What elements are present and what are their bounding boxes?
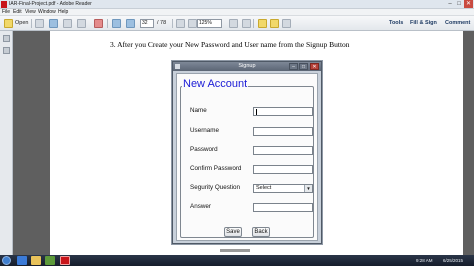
new-account-heading: New Account — [182, 78, 249, 90]
pdf-page: 3. After you Create your New Password an… — [50, 31, 463, 255]
menu-help[interactable]: Help — [58, 9, 68, 16]
next-page-icon[interactable] — [126, 19, 135, 28]
navigation-panel — [0, 31, 13, 255]
menu-window[interactable]: Window — [38, 9, 56, 16]
print-icon[interactable] — [35, 19, 44, 28]
security-question-label: Segurity Question — [190, 184, 241, 191]
security-question-select: Select ▼ — [253, 184, 313, 193]
signup-dialog-image: Signup – □ ✕ New Account Name Username P… — [172, 61, 322, 244]
maximize-button[interactable]: □ — [455, 0, 463, 8]
sticky-note-icon[interactable] — [258, 19, 267, 28]
signup-form: New Account Name Username Password Confi… — [176, 73, 318, 241]
previous-page-icon[interactable] — [112, 19, 121, 28]
adobe-reader-icon — [1, 1, 7, 8]
dialog-maximize-button: □ — [299, 63, 308, 70]
window-title-bar: IAR-Final-Project.pdf - Adobe Reader – □… — [0, 0, 474, 9]
email-icon[interactable] — [77, 19, 86, 28]
page-total: / 78 — [157, 20, 167, 26]
sign-icon[interactable] — [282, 19, 291, 28]
windows-taskbar: 9:28 AM 6/25/2015 — [0, 255, 474, 266]
toolbar-separator — [107, 19, 108, 28]
toolbar-separator — [253, 19, 254, 28]
fill-sign-button[interactable]: Fill & Sign — [410, 19, 437, 28]
document-view: 3. After you Create your New Password an… — [13, 31, 474, 255]
answer-label: Answer — [190, 203, 211, 210]
toolbar-separator — [31, 19, 32, 28]
start-button[interactable] — [2, 256, 11, 265]
clock-date[interactable]: 6/25/2015 — [443, 255, 463, 266]
file-explorer-icon[interactable] — [31, 256, 41, 265]
step-instruction: 3. After you Create your New Password an… — [110, 40, 350, 49]
dialog-close-button: ✕ — [310, 63, 319, 70]
page-number-input[interactable]: 32 — [140, 19, 154, 28]
clock-time[interactable]: 9:28 AM — [416, 255, 433, 266]
back-button: Back — [252, 227, 270, 237]
password-field — [253, 146, 313, 155]
save-button: Save — [224, 227, 242, 237]
minimize-button[interactable]: – — [446, 0, 454, 8]
fit-page-icon[interactable] — [229, 19, 238, 28]
zoom-in-icon[interactable] — [188, 19, 197, 28]
comment-button[interactable]: Comment — [445, 19, 470, 28]
media-player-icon[interactable] — [45, 256, 55, 265]
main-toolbar: Open 32 / 78 125% Tools Fill & Sign Comm… — [0, 16, 474, 31]
open-button-label[interactable]: Open — [15, 19, 28, 28]
save-icon[interactable] — [49, 19, 58, 28]
toolbar-separator — [172, 19, 173, 28]
username-label: Username — [190, 127, 220, 134]
menu-file[interactable]: File — [2, 9, 10, 16]
create-pdf-icon[interactable] — [94, 19, 103, 28]
confirm-password-label: Confirm Password — [190, 165, 242, 172]
attachments-icon[interactable] — [3, 47, 10, 54]
internet-explorer-icon[interactable] — [17, 256, 27, 265]
highlight-icon[interactable] — [270, 19, 279, 28]
username-field — [253, 127, 313, 136]
name-label: Name — [190, 107, 207, 114]
folder-icon[interactable] — [4, 19, 13, 28]
read-mode-icon[interactable] — [242, 19, 251, 28]
page-thumbnails-icon[interactable] — [3, 35, 10, 42]
zoom-out-icon[interactable] — [176, 19, 185, 28]
close-button[interactable]: ✕ — [464, 0, 473, 8]
window-title: IAR-Final-Project.pdf - Adobe Reader — [9, 1, 92, 7]
adobe-reader-window: IAR-Final-Project.pdf - Adobe Reader – □… — [0, 0, 474, 266]
adobe-reader-taskbar-icon[interactable] — [60, 256, 70, 265]
menu-bar: File Edit View Window Help — [0, 9, 474, 16]
password-label: Password — [190, 146, 218, 153]
tools-button[interactable]: Tools — [389, 19, 403, 28]
confirm-password-field — [253, 165, 313, 174]
next-text-line — [220, 249, 250, 252]
security-question-value: Select — [256, 185, 272, 191]
zoom-level-select[interactable]: 125% — [197, 19, 222, 28]
answer-field — [253, 203, 313, 212]
name-field — [253, 107, 313, 116]
text-caret — [256, 109, 257, 115]
chevron-down-icon: ▼ — [304, 185, 312, 192]
dialog-minimize-button: – — [289, 63, 298, 70]
menu-view[interactable]: View — [25, 9, 36, 16]
menu-edit[interactable]: Edit — [13, 9, 22, 16]
signup-dialog-title-bar: Signup – □ ✕ — [173, 62, 321, 71]
cloud-icon[interactable] — [63, 19, 72, 28]
